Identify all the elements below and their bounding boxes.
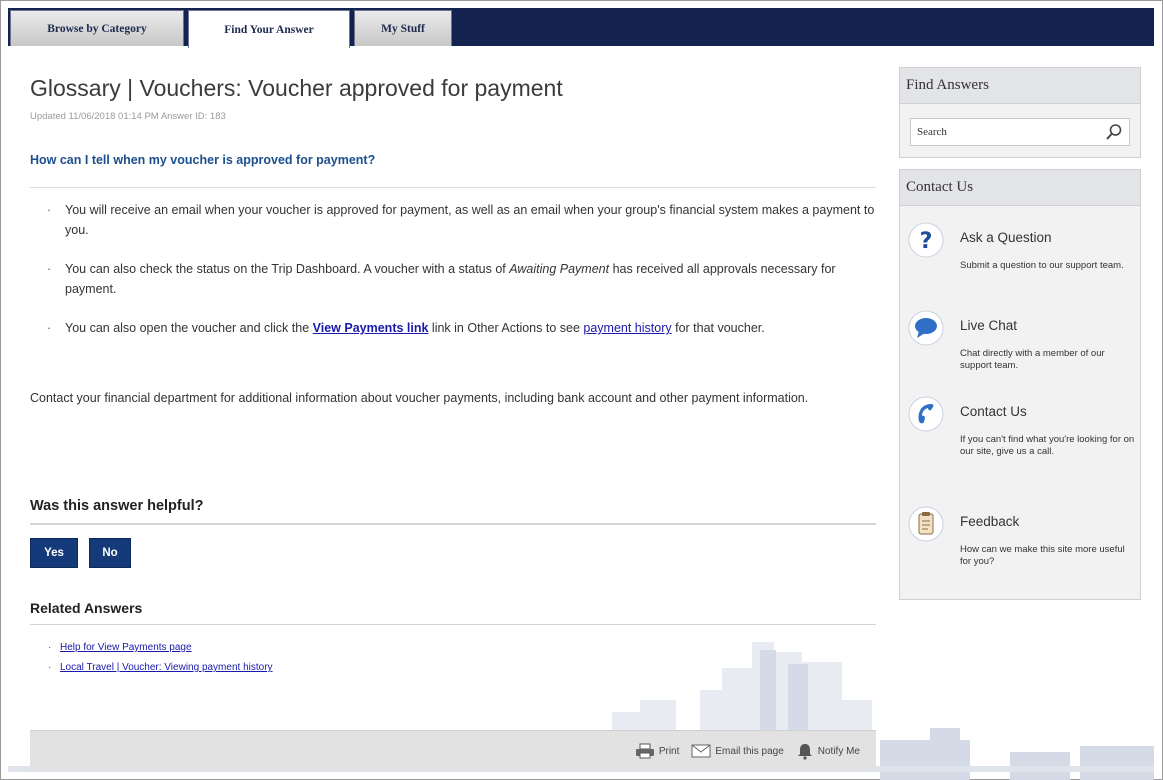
contact-us-item[interactable]: Contact Us If you can't find what you're… [908,396,1136,476]
yes-button[interactable]: Yes [30,538,78,568]
live-chat-item[interactable]: Live Chat Chat directly with a member of… [908,310,1136,380]
live-chat-title: Live Chat [960,318,1018,333]
divider [30,624,876,625]
page-title: Glossary | Vouchers: Voucher approved fo… [30,75,563,101]
find-answers-heading: Find Answers [900,68,1140,104]
contact-us-heading: Contact Us [900,170,1140,206]
envelope-icon [691,744,711,758]
feedback-item[interactable]: Feedback How can we make this site more … [908,506,1136,576]
bullet-text: link in Other Actions to see [428,321,584,335]
search-placeholder: Search [917,126,947,138]
contact-us-desc: If you can't find what you're looking fo… [960,434,1135,457]
notify-label: Notify Me [817,745,860,757]
bell-icon [797,744,812,760]
email-label: Email this page [715,745,784,757]
tab-find-your-answer[interactable]: Find Your Answer [188,10,350,48]
answer-bullets: · You will receive an email when your vou… [30,200,876,357]
feedback-title: Feedback [960,514,1020,529]
find-answers-panel: Find Answers Search [899,67,1141,158]
contact-paragraph: Contact your financial department for ad… [30,391,809,405]
related-answers-heading: Related Answers [30,600,143,616]
list-item: · Local Travel | Voucher: Viewing payment… [48,662,273,673]
related-link-payment-history[interactable]: Local Travel | Voucher: Viewing payment … [60,662,273,673]
tab-browse-by-category[interactable]: Browse by Category [10,10,184,46]
article-footer: Print Email this page Notify Me [30,730,876,770]
list-item: · Help for View Payments page [48,642,192,653]
ask-question-desc: Submit a question to our support team. [960,260,1124,271]
notify-me-button[interactable]: Notify Me [796,742,860,760]
bullet-text: You can also check the status on the Tri… [65,262,510,276]
list-item: · You will receive an email when your vou… [47,203,875,237]
helpful-heading: Was this answer helpful? [30,498,204,514]
answer-meta: Updated 11/06/2018 01:14 PM Answer ID: 1… [30,111,226,122]
bullet-text: You can also open the voucher and click … [65,321,313,335]
tab-my-stuff[interactable]: My Stuff [354,10,452,46]
bullet-text: for that voucher. [671,321,765,335]
no-button[interactable]: No [89,538,131,568]
search-icon[interactable] [1105,123,1123,141]
top-nav: Browse by Category Find Your Answer My S… [8,8,1154,48]
divider [30,187,876,188]
print-label: Print [658,745,680,757]
print-button[interactable]: Print [635,743,680,759]
phone-icon [908,396,944,432]
bullet-text: You will receive an email when your vouc… [65,203,875,237]
divider [30,523,876,525]
footer-actions: Print Email this page Notify Me [635,731,860,771]
related-answers-list: · Help for View Payments page · Local Trav… [48,638,273,678]
question-icon: ? [908,222,944,258]
svg-text:?: ? [920,229,933,254]
ask-question-title: Ask a Question [960,230,1052,245]
ask-question-item[interactable]: ? Ask a Question Submit a question to ou… [908,222,1136,292]
printer-icon [635,743,654,759]
list-item: · You can also open the voucher and click… [47,321,765,335]
email-page-button[interactable]: Email this page [691,744,784,758]
contact-us-panel: Contact Us ? Ask a Question Submit a que… [899,169,1141,600]
feedback-desc: How can we make this site more useful fo… [960,544,1125,567]
payment-history-link[interactable]: payment history [583,321,671,335]
list-item: · You can also check the status on the Tr… [47,262,836,296]
related-link-view-payments[interactable]: Help for View Payments page [60,642,192,653]
chat-bubble-icon [908,310,944,346]
view-payments-link[interactable]: View Payments link [313,321,429,335]
search-input[interactable]: Search [910,118,1130,146]
question-heading: How can I tell when my voucher is approv… [30,153,376,167]
status-emphasis: Awaiting Payment [509,262,610,276]
clipboard-icon [908,506,944,542]
contact-us-title: Contact Us [960,404,1027,419]
live-chat-desc: Chat directly with a member of our suppo… [960,348,1105,371]
